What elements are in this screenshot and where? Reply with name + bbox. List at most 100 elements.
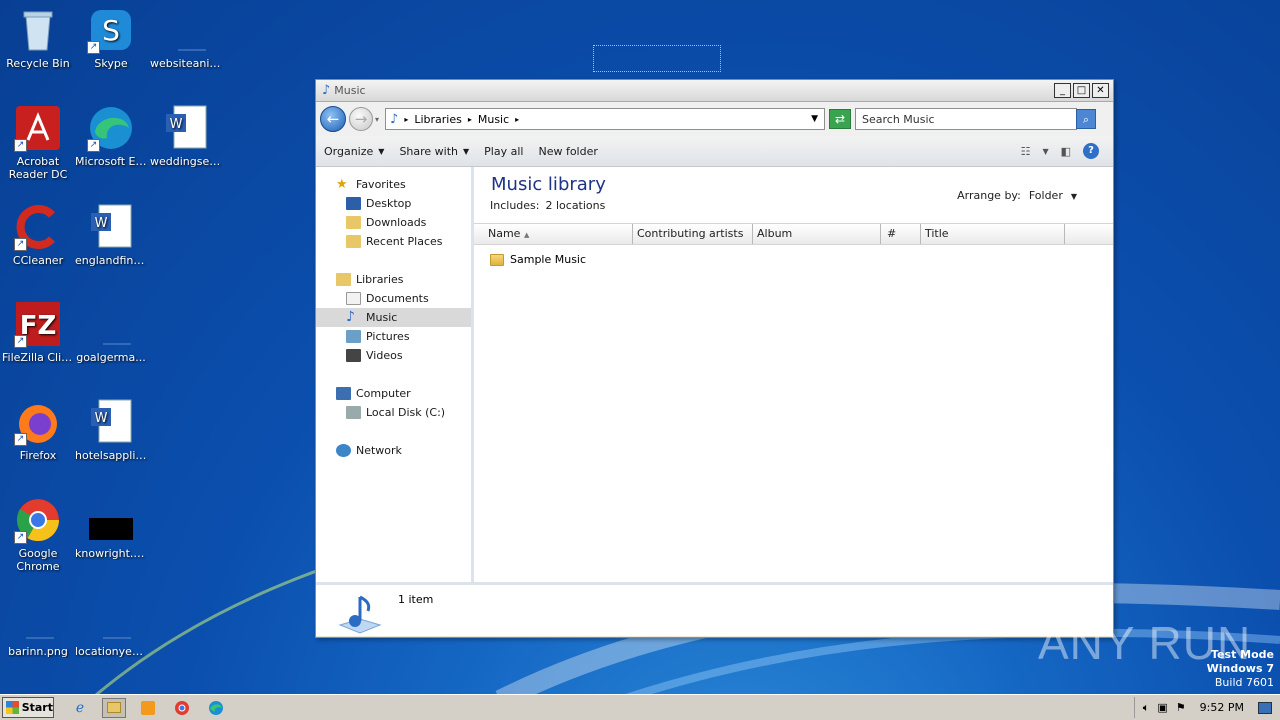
nav-label: Recent Places bbox=[366, 235, 443, 248]
maximize-button[interactable]: □ bbox=[1073, 83, 1090, 98]
preview-pane-icon[interactable]: ◧ bbox=[1061, 145, 1071, 158]
arrange-by-dropdown[interactable]: Folder bbox=[1029, 189, 1063, 202]
icon-label: englandfina... bbox=[75, 254, 149, 267]
column-label: Album bbox=[757, 227, 793, 240]
desktop-icon-skype[interactable]: S ↗ Skype bbox=[73, 6, 149, 70]
explorer-window: ♪ Music _ □ ✕ ← → ▾ ♪ ▸ Libraries ▸ Musi… bbox=[315, 79, 1114, 638]
word-document-icon: W bbox=[87, 203, 135, 251]
icon-label: goalgerma... bbox=[76, 351, 146, 364]
file-explorer-icon[interactable] bbox=[102, 697, 126, 718]
desktop-icon-locationyebi[interactable]: locationyebi... bbox=[73, 594, 149, 658]
nav-libraries[interactable]: Libraries bbox=[316, 270, 471, 289]
nav-label: Music bbox=[366, 311, 398, 324]
chevron-right-icon[interactable]: ▸ bbox=[515, 115, 519, 124]
icon-label: CCleaner bbox=[12, 254, 64, 267]
column-headers: Name ▲ Contributing artists Album # Titl… bbox=[474, 223, 1113, 245]
desktop-icon-ccleaner[interactable]: ↗ CCleaner bbox=[0, 203, 76, 267]
edge-taskbar-icon[interactable] bbox=[204, 698, 228, 718]
chevron-right-icon[interactable]: ▸ bbox=[468, 115, 472, 124]
network-tray-icon[interactable]: ▣ bbox=[1157, 701, 1167, 714]
taskbar: Start ℯ 🔈︎ ▣ ⚑ 9:52 PM bbox=[0, 694, 1280, 720]
minimize-button[interactable]: _ bbox=[1054, 83, 1071, 98]
internet-explorer-icon[interactable]: ℯ bbox=[68, 698, 92, 718]
system-tray: 🔈︎ ▣ ⚑ 9:52 PM bbox=[1133, 697, 1280, 718]
forward-button[interactable]: → bbox=[349, 107, 373, 131]
desktop-icon-barinn[interactable]: barinn.png bbox=[0, 594, 76, 658]
desktop-icon-recycle-bin[interactable]: Recycle Bin bbox=[0, 6, 76, 70]
play-all-button[interactable]: Play all bbox=[484, 145, 523, 158]
nav-music[interactable]: ♪ Music bbox=[316, 308, 471, 327]
media-player-icon[interactable] bbox=[136, 698, 160, 718]
desktop-icon-englandfina[interactable]: W englandfina... bbox=[73, 203, 149, 267]
file-list-pane: Music library Includes: 2 locations Arran… bbox=[474, 167, 1113, 582]
column-number[interactable]: # bbox=[881, 224, 921, 244]
column-name[interactable]: Name ▲ bbox=[474, 224, 633, 244]
list-item[interactable]: Sample Music bbox=[490, 253, 586, 266]
desktop-icon-websiteanim[interactable]: websiteanim... bbox=[148, 6, 224, 70]
desktop-icon-filezilla[interactable]: FZ ↗ FileZilla Client bbox=[0, 300, 76, 364]
view-options-icon[interactable]: ☷ bbox=[1021, 145, 1031, 158]
desktop-icon-acrobat[interactable]: ↗ Acrobat Reader DC bbox=[0, 104, 76, 181]
breadcrumb-libraries[interactable]: Libraries bbox=[414, 113, 462, 126]
column-album[interactable]: Album bbox=[753, 224, 881, 244]
nav-videos[interactable]: Videos bbox=[316, 346, 471, 365]
nav-downloads[interactable]: Downloads bbox=[316, 213, 471, 232]
chevron-down-icon: ▼ bbox=[378, 146, 385, 156]
title-bar[interactable]: ♪ Music _ □ ✕ bbox=[316, 80, 1113, 102]
desktop-icon-chrome[interactable]: ↗ Google Chrome bbox=[0, 496, 76, 573]
close-button[interactable]: ✕ bbox=[1092, 83, 1109, 98]
nav-label: Computer bbox=[356, 387, 411, 400]
desktop-icon-knowright[interactable]: knowright.jpg bbox=[73, 496, 149, 560]
nav-local-disk[interactable]: Local Disk (C:) bbox=[316, 403, 471, 422]
address-dropdown-icon[interactable]: ▼ bbox=[811, 114, 818, 124]
command-bar: Organize ▼ Share with ▼ Play all New folde… bbox=[316, 136, 1113, 167]
search-button[interactable]: ⌕ bbox=[1076, 109, 1097, 129]
nav-pictures[interactable]: Pictures bbox=[316, 327, 471, 346]
icon-label: Recycle Bin bbox=[6, 57, 70, 70]
recent-pages-dropdown-icon[interactable]: ▾ bbox=[375, 115, 379, 124]
desktop-icon-weddingset[interactable]: W weddingset... bbox=[148, 104, 224, 168]
icon-label: Skype bbox=[94, 57, 128, 70]
share-with-label: Share with bbox=[399, 144, 459, 158]
volume-icon[interactable]: 🔈︎ bbox=[1143, 701, 1150, 715]
refresh-button[interactable]: ⇄ bbox=[829, 109, 852, 129]
desktop-icon-hotelsapplic[interactable]: W hotelsapplic... bbox=[73, 398, 149, 462]
svg-text:W: W bbox=[170, 117, 183, 132]
music-note-icon: ♪ bbox=[322, 83, 331, 98]
start-button[interactable]: Start bbox=[2, 697, 54, 718]
clock[interactable]: 9:52 PM bbox=[1200, 701, 1244, 714]
nav-documents[interactable]: Documents bbox=[316, 289, 471, 308]
desktop-icon-goalgerma[interactable]: goalgerma... bbox=[73, 300, 149, 364]
details-pane: 1 item bbox=[316, 582, 1113, 636]
view-dropdown-icon[interactable]: ▼ bbox=[1042, 147, 1048, 156]
chevron-right-icon[interactable]: ▸ bbox=[404, 115, 408, 124]
nav-network[interactable]: Network bbox=[316, 441, 471, 460]
desktop-icon-firefox[interactable]: ↗ Firefox bbox=[0, 398, 76, 462]
chrome-taskbar-icon[interactable] bbox=[170, 698, 194, 718]
action-center-flag-icon[interactable]: ⚑ bbox=[1176, 701, 1186, 714]
includes-locations-link[interactable]: 2 locations bbox=[545, 199, 605, 212]
address-box[interactable]: ♪ ▸ Libraries ▸ Music ▸ ▼ bbox=[385, 108, 826, 130]
nav-label: Network bbox=[356, 444, 402, 457]
nav-recent-places[interactable]: Recent Places bbox=[316, 232, 471, 251]
blank-file-icon bbox=[87, 300, 135, 348]
nav-desktop[interactable]: Desktop bbox=[316, 194, 471, 213]
search-input[interactable]: Search Music bbox=[855, 108, 1078, 130]
nav-favorites[interactable]: ★ Favorites bbox=[316, 175, 471, 194]
column-title[interactable]: Title bbox=[921, 224, 1065, 244]
column-contributing-artists[interactable]: Contributing artists bbox=[633, 224, 753, 244]
nav-computer[interactable]: Computer bbox=[316, 384, 471, 403]
back-button[interactable]: ← bbox=[320, 106, 346, 132]
share-with-button[interactable]: Share with ▼ bbox=[399, 145, 469, 158]
help-icon[interactable]: ? bbox=[1083, 143, 1099, 159]
chevron-down-icon[interactable]: ▼ bbox=[1071, 192, 1077, 201]
desktop-icon-edge[interactable]: ↗ Microsoft Edge bbox=[73, 104, 149, 168]
videos-icon bbox=[346, 349, 361, 362]
new-folder-button[interactable]: New folder bbox=[538, 145, 597, 158]
icon-label: locationyebi... bbox=[75, 645, 149, 658]
image-file-icon bbox=[87, 496, 135, 544]
show-desktop-icon[interactable] bbox=[1258, 701, 1272, 714]
icon-label: barinn.png bbox=[8, 645, 68, 658]
organize-button[interactable]: Organize ▼ bbox=[324, 145, 384, 158]
breadcrumb-music[interactable]: Music bbox=[478, 113, 509, 126]
